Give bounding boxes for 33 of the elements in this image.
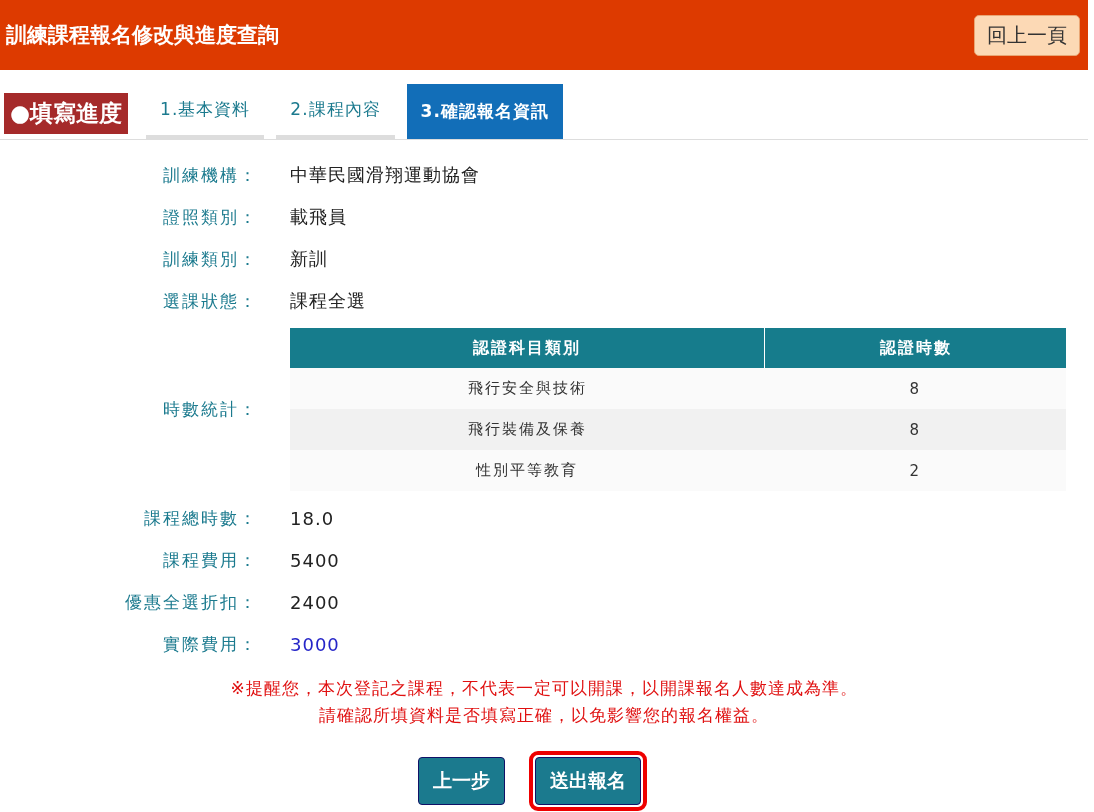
column-header: 認證時數: [764, 328, 1066, 368]
field-label: 證照類別：: [162, 205, 258, 229]
step-tab[interactable]: 3.確認報名資訊: [406, 84, 563, 139]
field-value: 載飛員: [290, 205, 348, 229]
notice-text: 請確認所填資料是否填寫正確，以免影響您的報名權益。: [318, 704, 770, 727]
field-label: 課程總時數：: [143, 506, 258, 530]
field-value: 新訓: [290, 247, 329, 271]
field-value: 中華民國滑翔運動協會: [290, 163, 481, 187]
notice-text: ※提醒您，本次登記之課程，不代表一定可以開課，以開課報名人數達成為準。: [229, 677, 859, 700]
field-label: 優惠全選折扣：: [124, 590, 258, 614]
field-label: 選課狀態：: [162, 289, 258, 313]
column-header: 認證科目類別: [290, 328, 765, 368]
field-label: 實際費用：: [162, 632, 258, 656]
table-cell: 2: [764, 450, 1066, 491]
table-cell: 飛行安全與技術: [290, 368, 765, 409]
table-cell: 性別平等教育: [290, 450, 765, 491]
progress-label: ●填寫進度: [4, 93, 129, 134]
table-cell: 8: [764, 368, 1066, 409]
field-label: 訓練機構：: [162, 163, 258, 187]
back-button[interactable]: 回上一頁: [974, 14, 1080, 56]
table-cell: 飛行裝備及保養: [290, 409, 765, 450]
table-cell: 8: [764, 409, 1066, 450]
submit-button[interactable]: 送出報名: [534, 757, 641, 805]
field-value: 2400: [290, 591, 341, 613]
field-value: 5400: [290, 549, 341, 571]
field-label: 訓練類別：: [162, 247, 258, 271]
page-title: 訓練課程報名修改與進度查詢: [6, 21, 279, 49]
field-value: 18.0: [290, 507, 336, 529]
total-value: 3000: [290, 633, 341, 655]
field-label: 時數統計：: [162, 398, 258, 421]
previous-button[interactable]: 上一步: [417, 757, 505, 805]
field-value: 課程全選: [290, 289, 367, 313]
field-label: 課程費用：: [162, 548, 258, 572]
